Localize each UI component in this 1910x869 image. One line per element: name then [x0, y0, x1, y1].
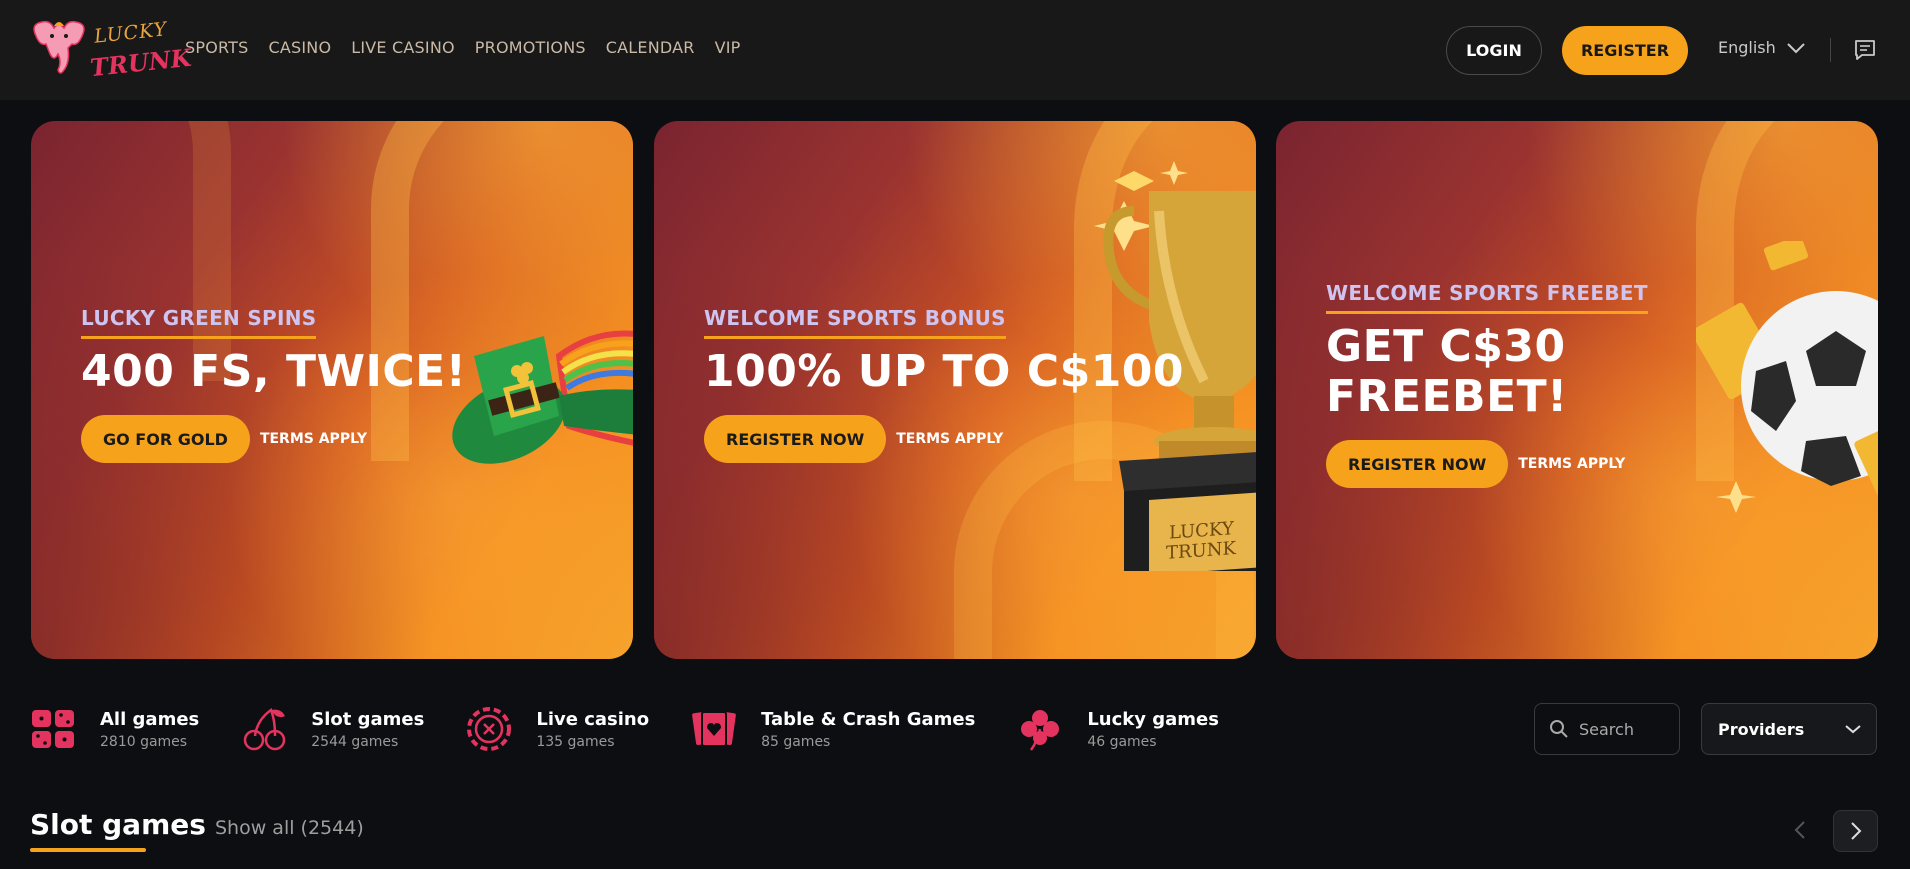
category-count: 135 games — [536, 733, 615, 750]
go-for-gold-button[interactable]: GO FOR GOLD — [81, 415, 250, 463]
banner-content: WELCOME SPORTS FREEBET GET C$30 FREEBET!… — [1326, 281, 1648, 488]
banner-content: LUCKY GREEN SPINS 400 FS, TWICE! GO FOR … — [81, 306, 466, 463]
search-icon — [1550, 720, 1568, 738]
banner-title-line: 100% UP TO C$100 — [704, 346, 1185, 397]
banner-title: 400 FS, TWICE! — [81, 347, 466, 397]
carousel-prev-button[interactable] — [1785, 812, 1815, 848]
category-text: Live casino 135 games — [536, 709, 649, 750]
cherries-icon — [244, 708, 286, 751]
category-count: 2544 games — [311, 733, 399, 750]
register-now-button[interactable]: REGISTER NOW — [704, 415, 887, 463]
playing-cards-icon — [692, 711, 736, 747]
register-button[interactable]: REGISTER — [1562, 26, 1688, 75]
promo-banner-sports-freebet[interactable]: WELCOME SPORTS FREEBET GET C$30 FREEBET!… — [1276, 121, 1878, 659]
category-name: Table & Crash Games — [761, 708, 976, 730]
banner-content: WELCOME SPORTS BONUS 100% UP TO C$100 RE… — [704, 306, 1184, 463]
nav-casino[interactable]: CASINO — [268, 38, 331, 57]
category-name: Live casino — [536, 708, 650, 730]
nav-promotions[interactable]: PROMOTIONS — [475, 38, 586, 57]
category-count: 46 games — [1087, 733, 1157, 750]
category-slot-games[interactable]: Slot games 2544 games — [241, 706, 424, 752]
banner-title: GET C$30 FREEBET! — [1326, 322, 1648, 422]
banner-title: 100% UP TO C$100 — [704, 347, 1184, 397]
nav-sports[interactable]: SPORTS — [185, 38, 248, 57]
logo[interactable]: LUCKY TRUNK — [28, 16, 193, 84]
section-title-underline — [30, 848, 146, 852]
providers-dropdown[interactable]: Providers — [1701, 703, 1877, 755]
providers-label: Providers — [1718, 719, 1805, 739]
game-search[interactable] — [1534, 703, 1680, 755]
banner-title-line: FREEBET! — [1326, 371, 1568, 422]
nav-calendar[interactable]: CALENDAR — [606, 38, 695, 57]
chat-icon[interactable] — [1853, 38, 1877, 62]
grid-dice-icon — [32, 710, 74, 748]
clover-icon — [1021, 710, 1060, 751]
show-all-link[interactable]: Show all (2544) — [215, 817, 364, 839]
chevron-right-icon — [1850, 822, 1861, 840]
category-count: 2810 games — [100, 733, 188, 750]
banner-actions: GO FOR GOLD TERMS APPLY — [81, 415, 466, 463]
section-title: Slot games — [30, 808, 206, 841]
category-lucky-games[interactable]: Lucky games 46 games — [1017, 706, 1219, 752]
banner-subtitle: WELCOME SPORTS FREEBET — [1326, 281, 1648, 314]
header-divider — [1830, 38, 1831, 62]
elephant-logo-icon — [33, 20, 85, 74]
roulette-chip-icon — [467, 707, 512, 751]
soccer-ball-icon — [1696, 241, 1878, 513]
category-all-games[interactable]: All games 2810 games — [30, 706, 199, 752]
promo-banner-green-spins[interactable]: LUCKY GREEN SPINS 400 FS, TWICE! GO FOR … — [31, 121, 633, 659]
category-name: Lucky games — [1087, 708, 1219, 730]
category-text: Slot games 2544 games — [311, 709, 424, 750]
category-table-crash[interactable]: Table & Crash Games 85 games — [691, 706, 975, 752]
terms-apply-link[interactable]: TERMS APPLY — [1518, 456, 1625, 472]
logo-word-trunk: TRUNK — [88, 42, 193, 83]
category-text: Table & Crash Games 85 games — [761, 709, 975, 750]
banner-subtitle: WELCOME SPORTS BONUS — [704, 306, 1006, 339]
top-header: LUCKY TRUNK SPORTS CASINO LIVE CASINO PR… — [0, 0, 1910, 100]
banner-title-line: 400 FS, TWICE! — [81, 346, 467, 397]
category-name: Slot games — [311, 708, 425, 730]
leprechaun-hat-icon — [452, 330, 633, 464]
category-name: All games — [100, 708, 200, 730]
category-count: 85 games — [761, 733, 831, 750]
carousel-next-button[interactable] — [1833, 810, 1878, 852]
game-categories: All games 2810 games Slot games 2544 gam… — [30, 706, 1261, 752]
chevron-down-icon — [1845, 725, 1861, 734]
login-button[interactable]: LOGIN — [1446, 26, 1542, 75]
category-text: Lucky games 46 games — [1087, 709, 1219, 750]
language-selector[interactable]: English — [1718, 38, 1806, 57]
logo-word-lucky: LUCKY — [93, 18, 169, 48]
banner-subtitle: LUCKY GREEN SPINS — [81, 306, 317, 339]
chevron-left-icon — [1794, 821, 1805, 839]
terms-apply-link[interactable]: TERMS APPLY — [896, 431, 1003, 447]
promo-banner-sports-bonus[interactable]: LUCKY TRUNK WELCOME SPORTS BONUS 100% UP… — [654, 121, 1256, 659]
chevron-down-icon — [1787, 42, 1805, 53]
banner-actions: REGISTER NOW TERMS APPLY — [704, 415, 1184, 463]
banner-actions: REGISTER NOW TERMS APPLY — [1326, 440, 1648, 488]
nav-vip[interactable]: VIP — [715, 38, 741, 57]
nav-live-casino[interactable]: LIVE CASINO — [351, 38, 455, 57]
category-live-casino[interactable]: Live casino 135 games — [466, 706, 649, 752]
language-label: English — [1718, 38, 1776, 57]
terms-apply-link[interactable]: TERMS APPLY — [260, 431, 367, 447]
main-nav: SPORTS CASINO LIVE CASINO PROMOTIONS CAL… — [185, 38, 740, 57]
register-now-button[interactable]: REGISTER NOW — [1326, 440, 1509, 488]
category-text: All games 2810 games — [100, 709, 199, 750]
banner-title-line: GET C$30 — [1326, 321, 1566, 372]
search-input[interactable] — [1579, 719, 1669, 739]
